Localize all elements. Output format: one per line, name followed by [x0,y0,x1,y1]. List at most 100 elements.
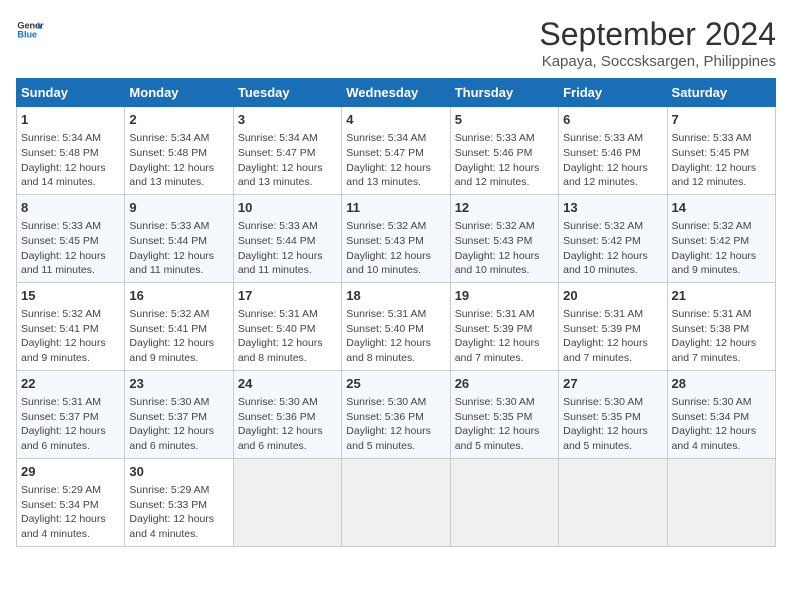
col-wednesday: Wednesday [342,79,450,107]
table-cell [342,458,450,546]
calendar-row: 8 Sunrise: 5:33 AM Sunset: 5:45 PM Daylig… [17,194,776,282]
table-cell: 28 Sunrise: 5:30 AM Sunset: 5:34 PM Dayli… [667,370,775,458]
table-cell: 5 Sunrise: 5:33 AM Sunset: 5:46 PM Daylig… [450,107,558,195]
table-cell: 19 Sunrise: 5:31 AM Sunset: 5:39 PM Dayli… [450,282,558,370]
page-subtitle: Kapaya, Soccsksargen, Philippines [539,53,776,70]
day-number: 17 [238,287,337,305]
day-number: 9 [129,199,228,217]
table-cell: 18 Sunrise: 5:31 AM Sunset: 5:40 PM Dayli… [342,282,450,370]
table-cell: 11 Sunrise: 5:32 AM Sunset: 5:43 PM Dayli… [342,194,450,282]
table-cell: 6 Sunrise: 5:33 AM Sunset: 5:46 PM Daylig… [559,107,667,195]
table-cell: 7Sunrise: 5:33 AM Sunset: 5:45 PM Daylig… [667,107,775,195]
day-info: Sunrise: 5:30 AM Sunset: 5:36 PM Dayligh… [346,395,445,454]
day-info: Sunrise: 5:29 AM Sunset: 5:34 PM Dayligh… [21,483,120,542]
day-number: 29 [21,463,120,481]
day-info: Sunrise: 5:33 AM Sunset: 5:46 PM Dayligh… [455,131,554,190]
day-number: 5 [455,111,554,129]
calendar-row: 1 Sunrise: 5:34 AM Sunset: 5:48 PM Daylig… [17,107,776,195]
day-number: 12 [455,199,554,217]
day-info: Sunrise: 5:30 AM Sunset: 5:37 PM Dayligh… [129,395,228,454]
day-number: 3 [238,111,337,129]
day-number: 1 [21,111,120,129]
day-number: 11 [346,199,445,217]
table-cell: 30Sunrise: 5:29 AM Sunset: 5:33 PM Dayli… [125,458,233,546]
day-info: Sunrise: 5:32 AM Sunset: 5:42 PM Dayligh… [563,219,662,278]
day-info: Sunrise: 5:33 AM Sunset: 5:45 PM Dayligh… [21,219,120,278]
day-info: Sunrise: 5:31 AM Sunset: 5:40 PM Dayligh… [346,307,445,366]
table-cell: 2Sunrise: 5:34 AM Sunset: 5:48 PM Daylig… [125,107,233,195]
day-info: Sunrise: 5:33 AM Sunset: 5:45 PM Dayligh… [672,131,771,190]
calendar-table: Sunday Monday Tuesday Wednesday Thursday… [16,78,776,547]
calendar-row: 22 Sunrise: 5:31 AM Sunset: 5:37 PM Dayli… [17,370,776,458]
day-number: 2 [129,111,228,129]
day-info: Sunrise: 5:31 AM Sunset: 5:39 PM Dayligh… [455,307,554,366]
table-cell: 16 Sunrise: 5:32 AM Sunset: 5:41 PM Dayli… [125,282,233,370]
logo: General Blue [16,16,44,44]
day-number: 19 [455,287,554,305]
day-number: 18 [346,287,445,305]
day-info: Sunrise: 5:34 AM Sunset: 5:48 PM Dayligh… [21,131,120,190]
day-number: 16 [129,287,228,305]
day-info: Sunrise: 5:31 AM Sunset: 5:39 PM Dayligh… [563,307,662,366]
page-header: General Blue September 2024 Kapaya, Socc… [16,16,776,70]
day-number: 23 [129,375,228,393]
table-cell: 17 Sunrise: 5:31 AM Sunset: 5:40 PM Dayli… [233,282,341,370]
col-sunday: Sunday [17,79,125,107]
day-info: Sunrise: 5:30 AM Sunset: 5:36 PM Dayligh… [238,395,337,454]
table-cell: 25 Sunrise: 5:30 AM Sunset: 5:36 PM Dayli… [342,370,450,458]
day-info: Sunrise: 5:31 AM Sunset: 5:37 PM Dayligh… [21,395,120,454]
day-info: Sunrise: 5:31 AM Sunset: 5:40 PM Dayligh… [238,307,337,366]
col-thursday: Thursday [450,79,558,107]
title-block: September 2024 Kapaya, Soccsksargen, Phi… [539,16,776,70]
day-number: 28 [672,375,771,393]
table-cell: 14Sunrise: 5:32 AM Sunset: 5:42 PM Dayli… [667,194,775,282]
day-number: 4 [346,111,445,129]
table-cell: 3 Sunrise: 5:34 AM Sunset: 5:47 PM Daylig… [233,107,341,195]
day-number: 15 [21,287,120,305]
table-cell [559,458,667,546]
table-cell: 29 Sunrise: 5:29 AM Sunset: 5:34 PM Dayli… [17,458,125,546]
table-cell: 10 Sunrise: 5:33 AM Sunset: 5:44 PM Dayli… [233,194,341,282]
logo-icon: General Blue [16,16,44,44]
day-info: Sunrise: 5:32 AM Sunset: 5:41 PM Dayligh… [129,307,228,366]
day-number: 25 [346,375,445,393]
day-number: 10 [238,199,337,217]
calendar-row: 29 Sunrise: 5:29 AM Sunset: 5:34 PM Dayli… [17,458,776,546]
table-cell: 23 Sunrise: 5:30 AM Sunset: 5:37 PM Dayli… [125,370,233,458]
day-number: 13 [563,199,662,217]
table-cell [233,458,341,546]
day-number: 14 [672,199,771,217]
header-row: Sunday Monday Tuesday Wednesday Thursday… [17,79,776,107]
day-info: Sunrise: 5:34 AM Sunset: 5:47 PM Dayligh… [238,131,337,190]
day-number: 26 [455,375,554,393]
table-cell: 22 Sunrise: 5:31 AM Sunset: 5:37 PM Dayli… [17,370,125,458]
table-cell: 20Sunrise: 5:31 AM Sunset: 5:39 PM Dayli… [559,282,667,370]
table-cell: 8 Sunrise: 5:33 AM Sunset: 5:45 PM Daylig… [17,194,125,282]
table-cell: 4 Sunrise: 5:34 AM Sunset: 5:47 PM Daylig… [342,107,450,195]
day-info: Sunrise: 5:32 AM Sunset: 5:43 PM Dayligh… [346,219,445,278]
table-cell: 27Sunrise: 5:30 AM Sunset: 5:35 PM Dayli… [559,370,667,458]
day-info: Sunrise: 5:34 AM Sunset: 5:47 PM Dayligh… [346,131,445,190]
col-tuesday: Tuesday [233,79,341,107]
day-number: 22 [21,375,120,393]
day-number: 8 [21,199,120,217]
table-cell: 21Sunrise: 5:31 AM Sunset: 5:38 PM Dayli… [667,282,775,370]
col-monday: Monday [125,79,233,107]
day-info: Sunrise: 5:30 AM Sunset: 5:35 PM Dayligh… [455,395,554,454]
svg-text:Blue: Blue [17,30,37,40]
day-info: Sunrise: 5:32 AM Sunset: 5:41 PM Dayligh… [21,307,120,366]
day-number: 6 [563,111,662,129]
day-info: Sunrise: 5:33 AM Sunset: 5:46 PM Dayligh… [563,131,662,190]
table-cell: 12 Sunrise: 5:32 AM Sunset: 5:43 PM Dayli… [450,194,558,282]
calendar-row: 15 Sunrise: 5:32 AM Sunset: 5:41 PM Dayli… [17,282,776,370]
day-info: Sunrise: 5:32 AM Sunset: 5:43 PM Dayligh… [455,219,554,278]
day-number: 27 [563,375,662,393]
table-cell: 13 Sunrise: 5:32 AM Sunset: 5:42 PM Dayli… [559,194,667,282]
calendar-header: Sunday Monday Tuesday Wednesday Thursday… [17,79,776,107]
col-saturday: Saturday [667,79,775,107]
day-info: Sunrise: 5:33 AM Sunset: 5:44 PM Dayligh… [238,219,337,278]
day-info: Sunrise: 5:30 AM Sunset: 5:34 PM Dayligh… [672,395,771,454]
table-cell [667,458,775,546]
page-title: September 2024 [539,16,776,53]
table-cell: 9Sunrise: 5:33 AM Sunset: 5:44 PM Daylig… [125,194,233,282]
